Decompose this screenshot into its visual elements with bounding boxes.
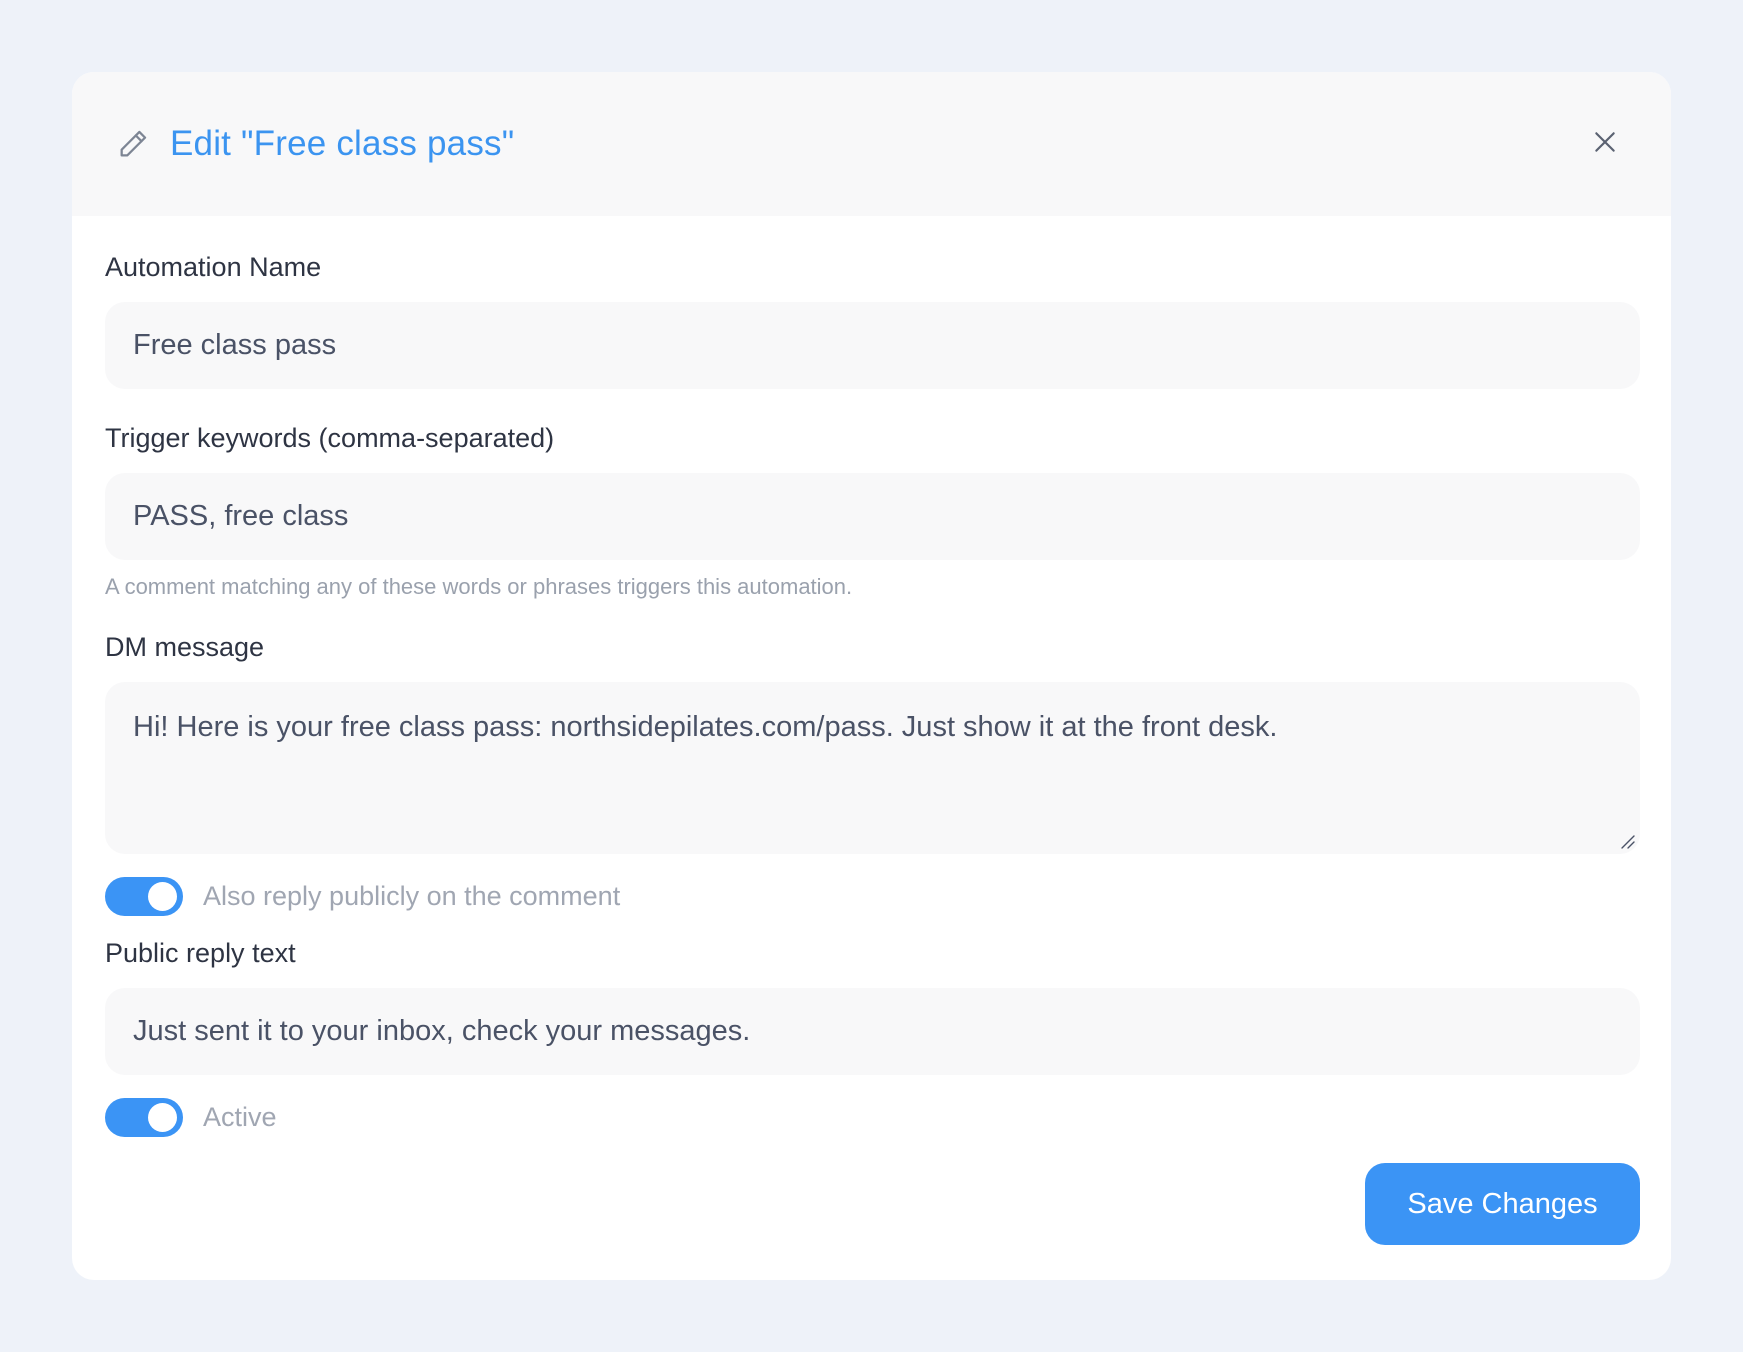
- dm-message-textarea[interactable]: Hi! Here is your free class pass: norths…: [105, 682, 1640, 854]
- dialog-body: Automation Name Trigger keywords (comma-…: [72, 216, 1671, 1137]
- dialog-title: Edit "Free class pass": [170, 124, 515, 163]
- dm-message-label: DM message: [105, 632, 265, 662]
- dialog-footer: Save Changes: [72, 1163, 1671, 1245]
- trigger-keywords-input[interactable]: [105, 473, 1640, 560]
- save-changes-button[interactable]: Save Changes: [1365, 1163, 1640, 1245]
- public-reply-toggle[interactable]: [105, 876, 183, 916]
- public-reply-toggle-label: Also reply publicly on the comment: [203, 880, 621, 911]
- active-toggle-row: Active: [105, 1097, 1640, 1137]
- dm-message-wrapper: Hi! Here is your free class pass: norths…: [105, 682, 1640, 854]
- public-reply-toggle-row: Also reply publicly on the comment: [105, 876, 1640, 916]
- automation-name-label: Automation Name: [105, 252, 322, 282]
- active-toggle-label: Active: [203, 1101, 277, 1132]
- pencil-icon: [116, 127, 150, 161]
- close-button[interactable]: [1585, 124, 1625, 164]
- public-reply-text-input[interactable]: [105, 988, 1640, 1075]
- toggle-knob: [148, 881, 177, 911]
- edit-automation-dialog: Edit "Free class pass" Automation Name T…: [72, 72, 1671, 1280]
- automation-name-input[interactable]: [105, 302, 1640, 389]
- trigger-keywords-help: A comment matching any of these words or…: [105, 574, 853, 599]
- dialog-header: Edit "Free class pass": [72, 72, 1671, 216]
- resize-handle-icon[interactable]: [1620, 834, 1636, 850]
- public-reply-text-label: Public reply text: [105, 938, 296, 968]
- close-icon: [1592, 129, 1618, 160]
- trigger-keywords-label: Trigger keywords (comma-separated): [105, 423, 555, 453]
- toggle-knob: [148, 1102, 177, 1132]
- active-toggle[interactable]: [105, 1097, 183, 1137]
